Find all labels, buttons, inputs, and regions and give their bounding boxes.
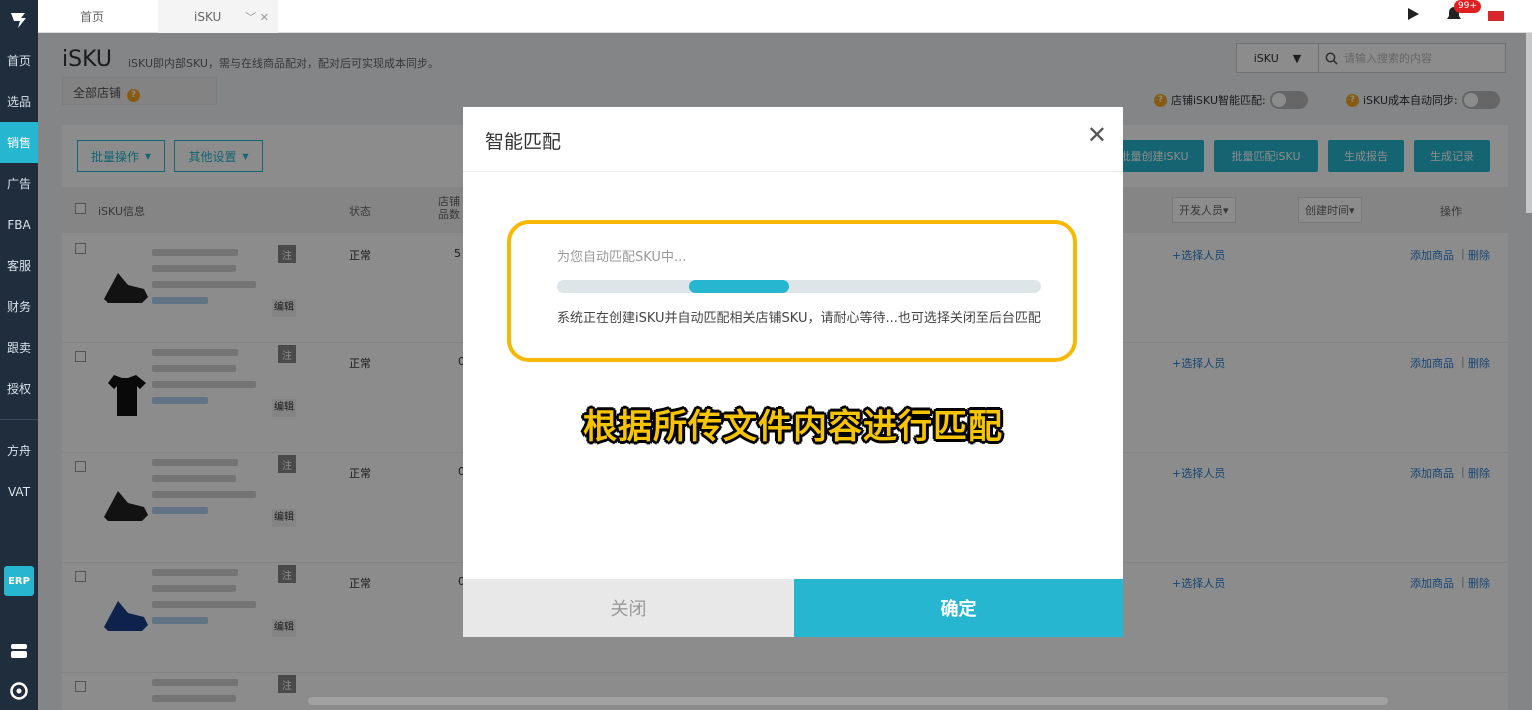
app-logo-icon[interactable] xyxy=(0,0,38,40)
progress-description: 系统正在创建iSKU并自动匹配相关店铺SKU，请耐心等待...也可选择关闭至后台… xyxy=(557,311,1041,326)
sidebar-item-selection[interactable]: 选品 xyxy=(0,81,38,122)
progress-label: 为您自动匹配SKU中... xyxy=(557,250,687,265)
tab-isku[interactable]: iSKU ﹀ ✕ xyxy=(158,0,278,33)
sidebar-item-home[interactable]: 首页 xyxy=(0,40,38,81)
close-icon[interactable]: ✕ xyxy=(1087,121,1107,149)
sidebar-item-fba[interactable]: FBA xyxy=(0,204,38,245)
play-icon[interactable] xyxy=(1406,7,1420,24)
user-avatar[interactable] xyxy=(1488,10,1504,21)
help-circle-icon[interactable] xyxy=(0,676,38,706)
top-bar: 首页 iSKU ﹀ ✕ 99+ xyxy=(38,0,1532,33)
smart-match-dialog: 智能匹配 ✕ 为您自动匹配SKU中... 系统正在创建iSKU并自动匹配相关店铺… xyxy=(463,107,1123,637)
store-icon[interactable] xyxy=(0,636,38,666)
sidebar-item-service[interactable]: 客服 xyxy=(0,245,38,286)
sidebar-item-sales[interactable]: 销售 xyxy=(0,122,38,163)
confirm-button[interactable]: 确定 xyxy=(794,579,1123,637)
sidebar-item-ads[interactable]: 广告 xyxy=(0,163,38,204)
overlay-caption: 根据所传文件内容进行匹配 xyxy=(583,407,1003,447)
sidebar-item-ark[interactable]: 方舟 xyxy=(0,430,38,471)
sidebar-divider xyxy=(0,419,38,420)
horizontal-scrollbar[interactable] xyxy=(308,697,1388,705)
progress-highlight-box: 为您自动匹配SKU中... 系统正在创建iSKU并自动匹配相关店铺SKU，请耐心… xyxy=(507,220,1077,362)
tab-home-label: 首页 xyxy=(80,10,105,24)
progress-fill xyxy=(689,280,790,293)
tab-home[interactable]: 首页 xyxy=(38,0,158,33)
sidebar: 首页 选品 销售 广告 FBA 客服 财务 跟卖 授权 方舟 VAT ERP xyxy=(0,0,38,710)
erp-button[interactable]: ERP xyxy=(4,566,34,596)
sidebar-item-vat[interactable]: VAT xyxy=(0,471,38,512)
tab-isku-label: iSKU xyxy=(194,9,222,24)
dialog-title: 智能匹配 xyxy=(485,131,562,153)
progress-track xyxy=(557,280,1041,293)
tab-dropdown-icon[interactable]: ﹀ ✕ xyxy=(245,9,269,25)
notification-badge: 99+ xyxy=(1454,0,1481,13)
sidebar-item-finance[interactable]: 财务 xyxy=(0,286,38,327)
bell-icon[interactable]: 99+ xyxy=(1446,0,1481,25)
vertical-scrollbar[interactable] xyxy=(1526,33,1532,213)
sidebar-item-follow[interactable]: 跟卖 xyxy=(0,327,38,368)
close-button[interactable]: 关闭 xyxy=(463,579,794,637)
sidebar-item-auth[interactable]: 授权 xyxy=(0,368,38,409)
dialog-divider xyxy=(463,171,1123,172)
